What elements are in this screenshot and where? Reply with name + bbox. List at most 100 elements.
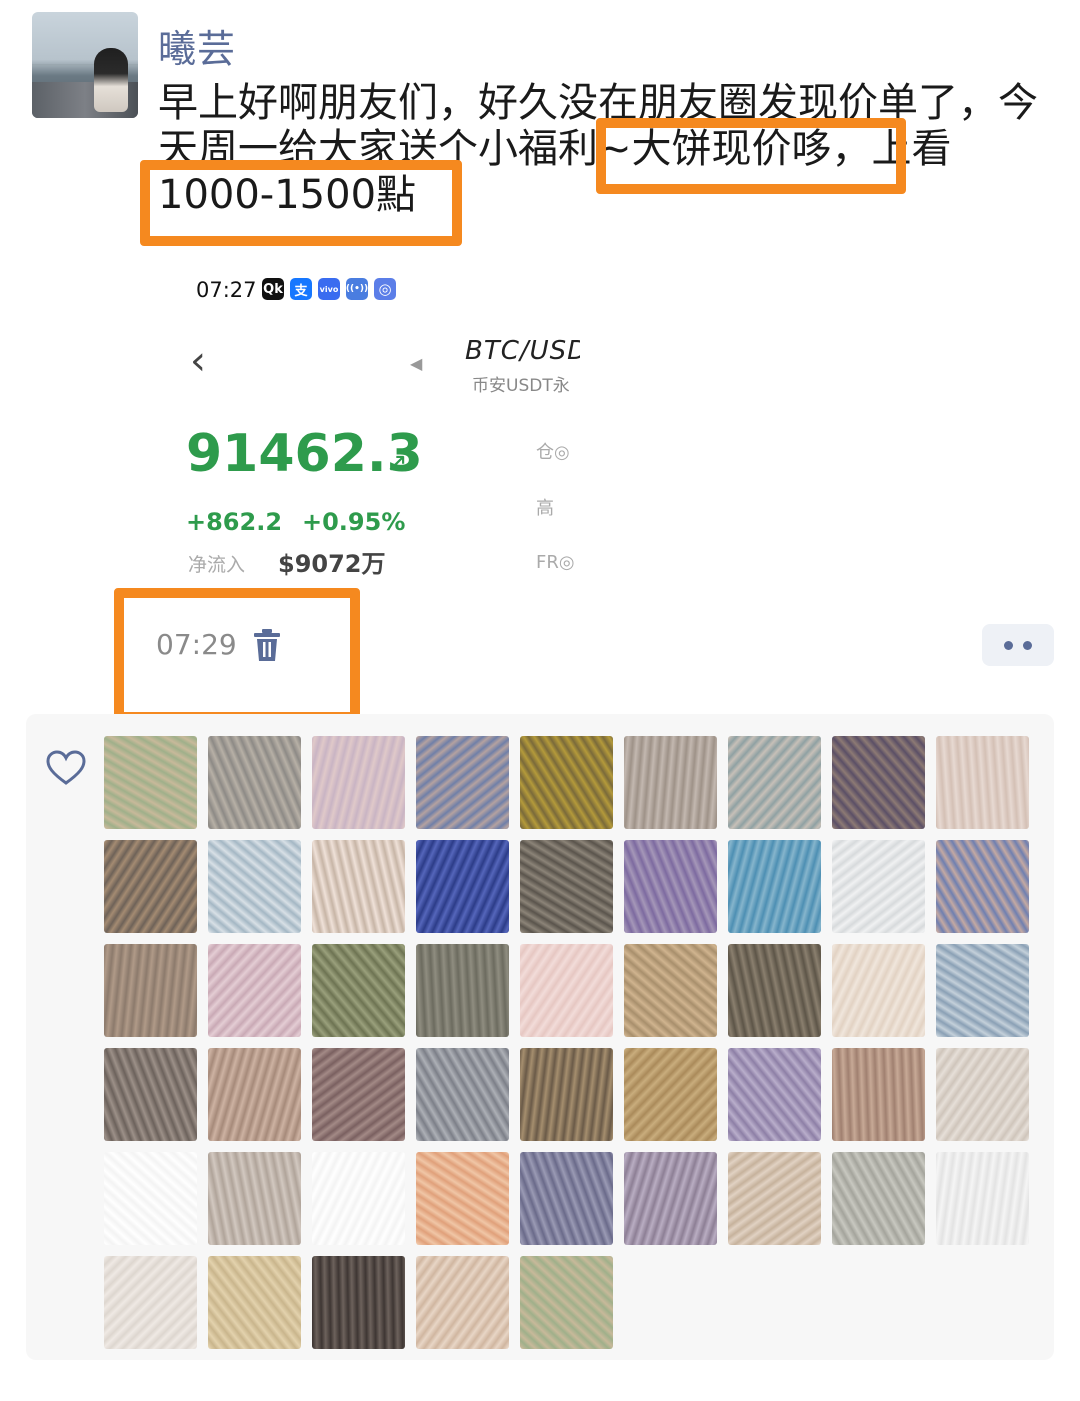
liker-avatar-image xyxy=(520,736,613,829)
likes-panel xyxy=(26,714,1054,1360)
liker-avatar[interactable] xyxy=(728,1152,821,1245)
liker-avatar[interactable] xyxy=(728,944,821,1037)
liker-avatar[interactable] xyxy=(208,1152,301,1245)
liker-avatar-image xyxy=(520,1256,613,1349)
heart-outline-icon xyxy=(46,750,86,785)
avatar-person xyxy=(94,48,128,112)
liker-avatar[interactable] xyxy=(832,1048,925,1141)
liker-avatar[interactable] xyxy=(416,1048,509,1141)
liker-avatar-image xyxy=(624,1048,717,1141)
netflow-label: 净流入 xyxy=(188,554,246,576)
liker-avatar[interactable] xyxy=(312,840,405,933)
liker-avatar-image xyxy=(936,1048,1029,1141)
liker-avatar[interactable] xyxy=(104,944,197,1037)
liker-avatar[interactable] xyxy=(312,1152,405,1245)
pair-subtitle: 币安USDT永 xyxy=(472,376,570,396)
liker-avatar[interactable] xyxy=(520,1152,613,1245)
liker-avatar[interactable] xyxy=(520,736,613,829)
liker-avatar-image xyxy=(312,1152,405,1245)
liker-avatar[interactable] xyxy=(624,736,717,829)
liker-avatar-image xyxy=(416,840,509,933)
liker-avatar-image xyxy=(208,944,301,1037)
liker-avatar-image xyxy=(416,736,509,829)
liker-avatar[interactable] xyxy=(936,1152,1029,1245)
liker-avatar[interactable] xyxy=(208,944,301,1037)
liker-avatar-image xyxy=(936,944,1029,1037)
liker-avatar[interactable] xyxy=(416,1256,509,1349)
liker-avatar[interactable] xyxy=(416,840,509,933)
liker-avatar[interactable] xyxy=(936,944,1029,1037)
liker-avatar-image xyxy=(520,1048,613,1141)
liker-avatar-image xyxy=(208,736,301,829)
post-username[interactable]: 曦芸 xyxy=(158,18,236,73)
liker-avatar[interactable] xyxy=(208,1048,301,1141)
liker-avatar-image xyxy=(104,1048,197,1141)
liker-avatar-image xyxy=(728,944,821,1037)
liker-avatar[interactable] xyxy=(728,840,821,933)
liker-avatar-image xyxy=(312,944,405,1037)
liker-avatar[interactable] xyxy=(312,944,405,1037)
liker-avatar-image xyxy=(624,840,717,933)
more-dot-icon xyxy=(1023,640,1032,650)
vivo-icon: vivo xyxy=(318,278,340,300)
liker-avatar-image xyxy=(832,736,925,829)
user-avatar[interactable] xyxy=(32,12,138,118)
liker-avatar-image xyxy=(936,1152,1029,1245)
liker-avatar-image xyxy=(208,1152,301,1245)
liker-avatar[interactable] xyxy=(312,1048,405,1141)
status-bar-time: 07:27 xyxy=(196,278,257,302)
liker-avatar-image xyxy=(728,736,821,829)
liker-avatar[interactable] xyxy=(104,1152,197,1245)
liker-avatar[interactable] xyxy=(728,1048,821,1141)
liker-avatar-image xyxy=(416,1048,509,1141)
liker-avatar[interactable] xyxy=(624,840,717,933)
liker-avatar[interactable] xyxy=(520,840,613,933)
alipay-icon: 支 xyxy=(290,278,312,300)
post-image-screenshot[interactable]: 07:27 Qk 支 vivo ((•)) ◎ ‹ ◀ BTC/USD 币安US… xyxy=(160,258,580,588)
hotspot-icon: ((•)) xyxy=(346,278,368,300)
liker-avatar[interactable] xyxy=(208,840,301,933)
liker-avatar[interactable] xyxy=(624,944,717,1037)
more-dot-icon xyxy=(1004,640,1013,650)
liker-avatar[interactable] xyxy=(832,1152,925,1245)
liker-avatar[interactable] xyxy=(416,1152,509,1245)
liker-avatar-image xyxy=(104,840,197,933)
liker-avatar[interactable] xyxy=(104,1256,197,1349)
liker-avatar[interactable] xyxy=(416,944,509,1037)
liker-avatar-image xyxy=(728,1152,821,1245)
liker-avatar-image xyxy=(624,944,717,1037)
liker-avatar[interactable] xyxy=(624,1152,717,1245)
liker-avatar[interactable] xyxy=(312,1256,405,1349)
liker-avatar[interactable] xyxy=(728,736,821,829)
liker-avatar[interactable] xyxy=(104,840,197,933)
liker-avatar-image xyxy=(208,840,301,933)
liker-avatar[interactable] xyxy=(208,1256,301,1349)
liker-avatar[interactable] xyxy=(104,1048,197,1141)
liker-avatar[interactable] xyxy=(104,736,197,829)
liker-avatar[interactable] xyxy=(624,1048,717,1141)
liker-avatar-image xyxy=(624,736,717,829)
back-chevron-icon: ‹ xyxy=(190,338,206,384)
liker-avatar[interactable] xyxy=(208,736,301,829)
liker-avatar-image xyxy=(312,1256,405,1349)
liker-avatar[interactable] xyxy=(520,1256,613,1349)
liker-avatar[interactable] xyxy=(416,736,509,829)
liker-avatar[interactable] xyxy=(312,736,405,829)
liker-avatar-image xyxy=(208,1256,301,1349)
liker-avatar[interactable] xyxy=(832,840,925,933)
liker-avatar-image xyxy=(104,1152,197,1245)
liker-avatar[interactable] xyxy=(936,840,1029,933)
liker-avatar[interactable] xyxy=(936,1048,1029,1141)
highlight-box-target xyxy=(140,160,462,246)
highlight-box-time xyxy=(114,588,360,722)
liker-avatar[interactable] xyxy=(832,944,925,1037)
liker-avatar-image xyxy=(520,1152,613,1245)
liker-avatar-image xyxy=(416,944,509,1037)
liker-avatar[interactable] xyxy=(832,736,925,829)
liker-avatar[interactable] xyxy=(936,736,1029,829)
more-options-button[interactable] xyxy=(982,624,1054,666)
liker-avatar[interactable] xyxy=(520,944,613,1037)
side-label-position: 仓◎ xyxy=(536,442,570,463)
liker-avatar[interactable] xyxy=(520,1048,613,1141)
liker-avatar-image xyxy=(312,840,405,933)
